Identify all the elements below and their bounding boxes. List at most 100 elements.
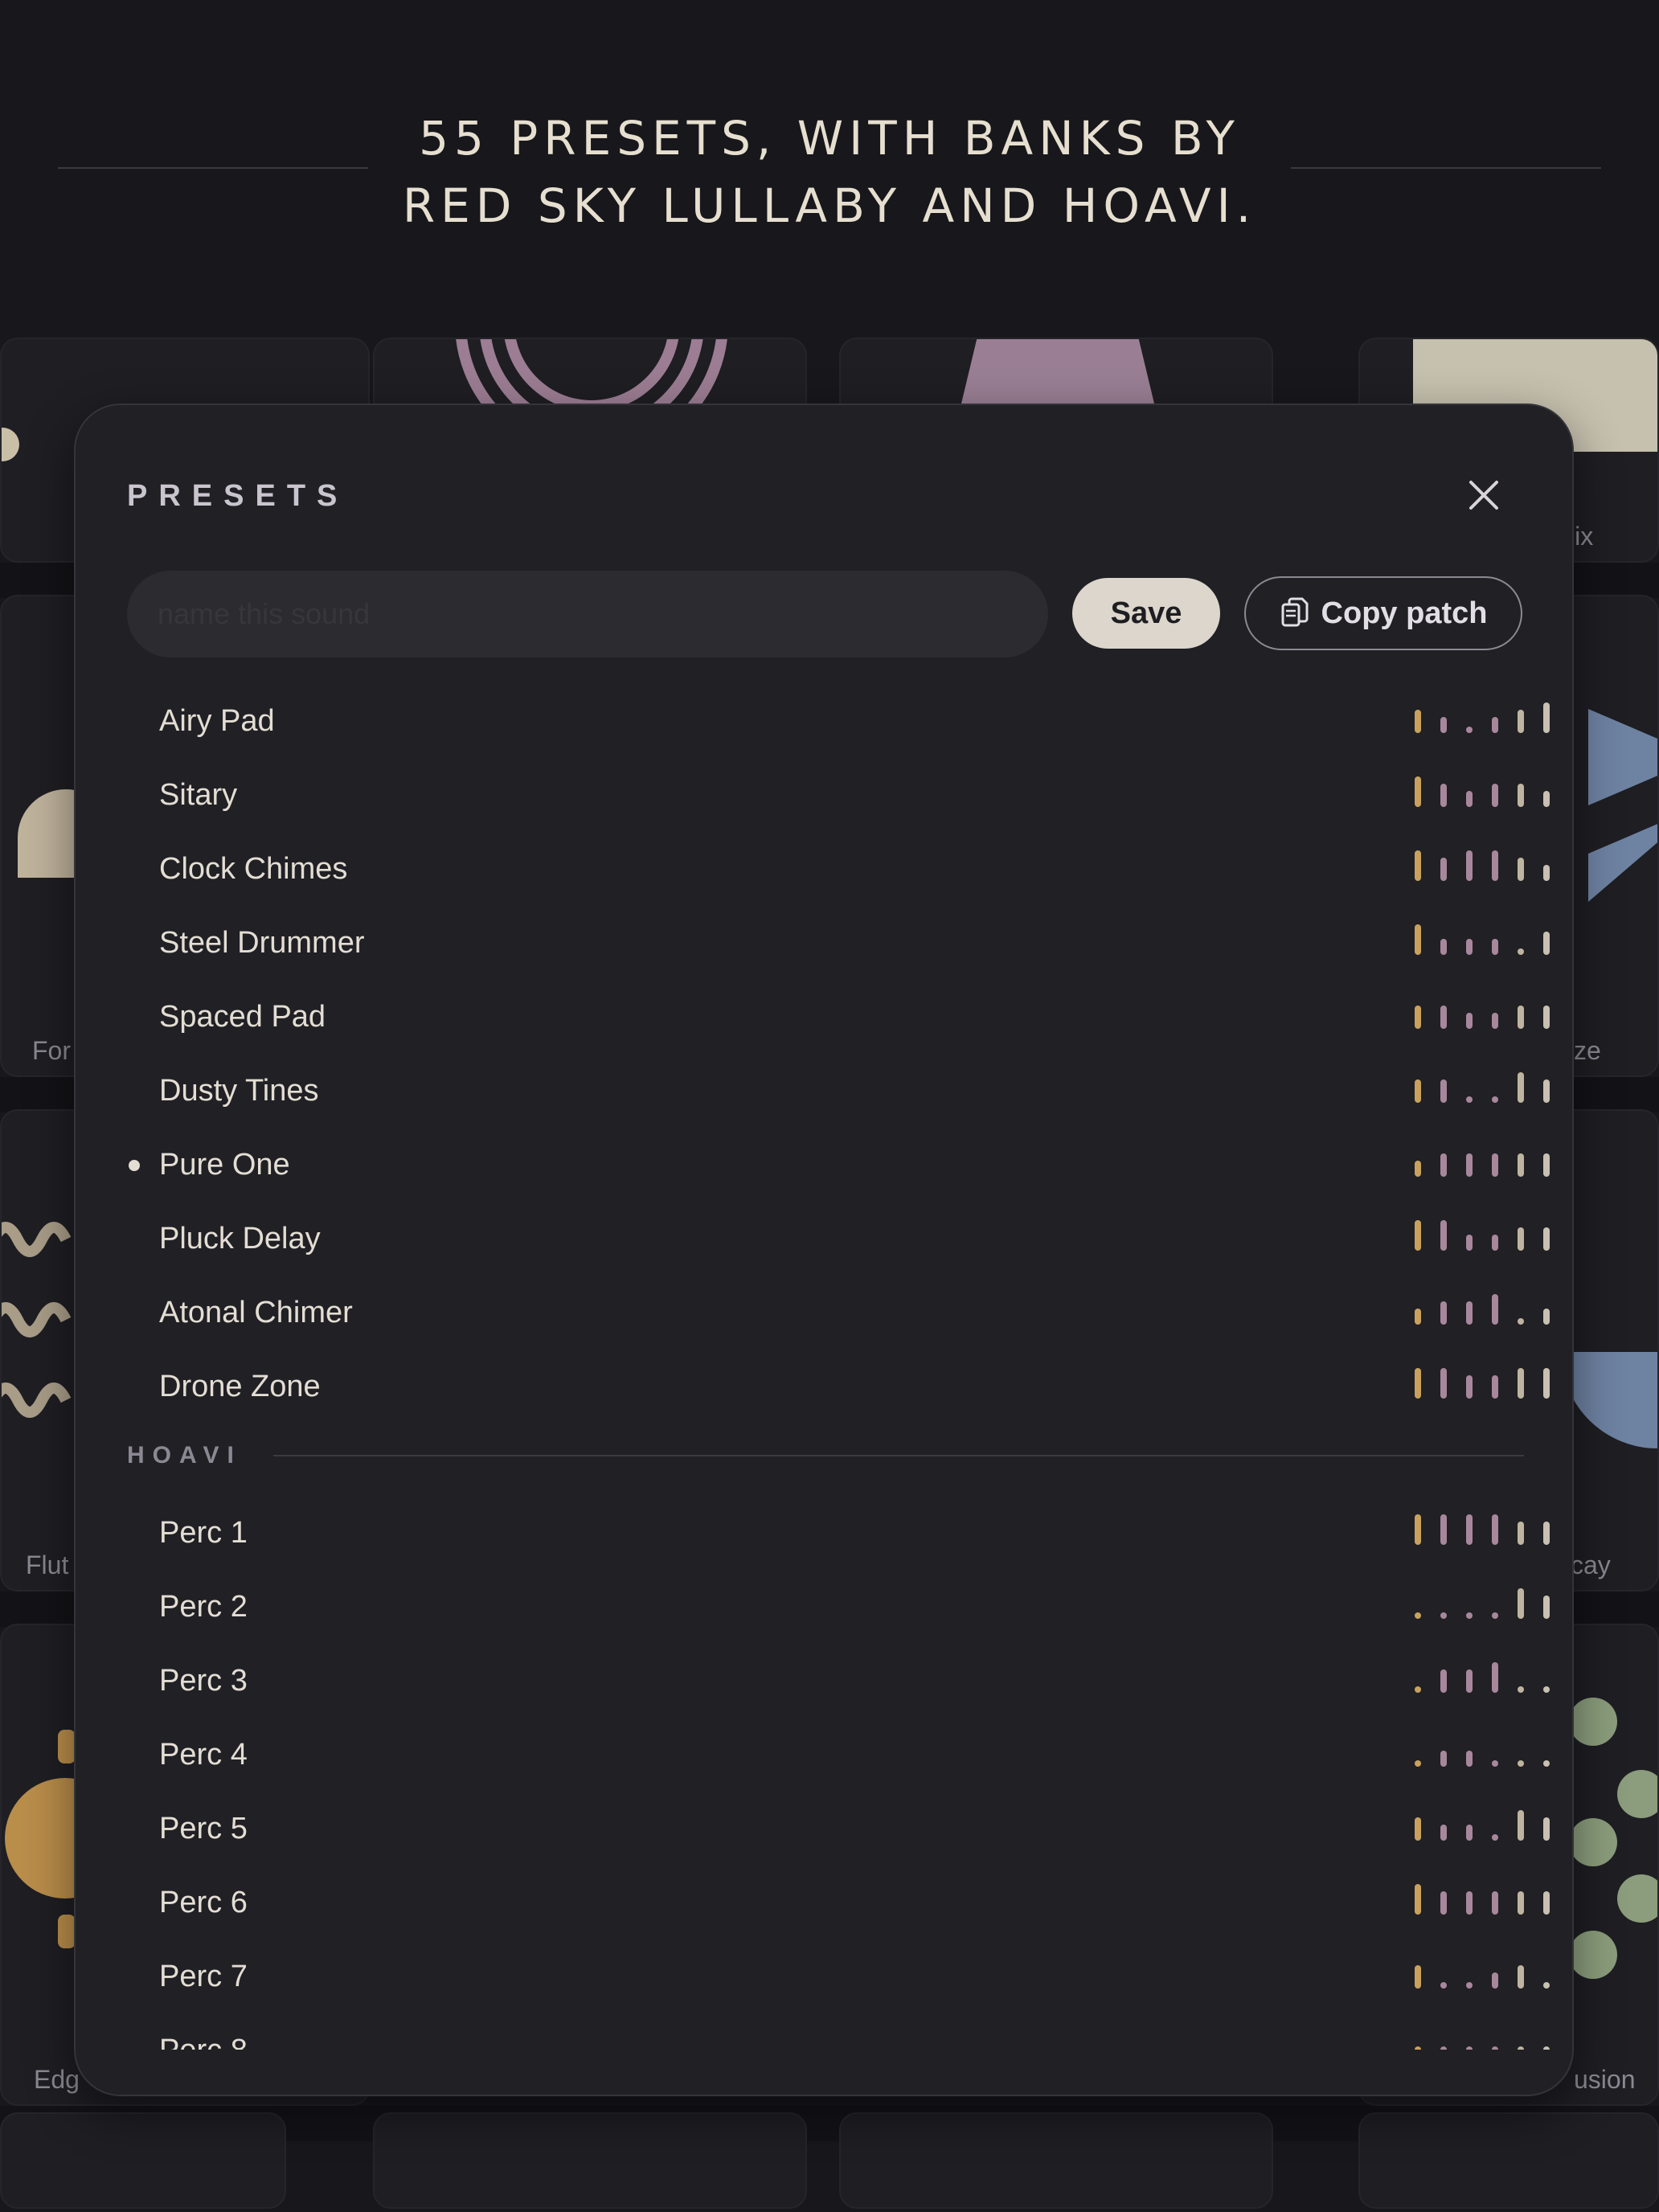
preset-row[interactable]: Perc 7 (76, 1940, 1572, 2014)
level-bar (1440, 1220, 1447, 1251)
level-bar (1518, 1522, 1524, 1545)
preset-signature-bars (1415, 1006, 1550, 1029)
level-bar (1415, 1309, 1421, 1325)
copy-icon (1281, 597, 1309, 627)
level-bar (1543, 1982, 1550, 1989)
level-bar (1492, 1096, 1498, 1103)
level-bar (1518, 784, 1524, 807)
level-bar (1415, 776, 1421, 807)
level-bar (1518, 1153, 1524, 1177)
preset-row[interactable]: Perc 6 (76, 1866, 1572, 1940)
level-bar (1466, 1096, 1473, 1103)
level-bar (1492, 1760, 1498, 1767)
preset-row[interactable]: Perc 3 (76, 1645, 1572, 1718)
dot-shape-icon (1617, 1874, 1657, 1923)
preset-signature-bars (1415, 924, 1550, 955)
level-bar (1466, 1013, 1473, 1029)
circle-shape-icon (2, 428, 19, 461)
preset-row[interactable]: Sitary (76, 759, 1572, 833)
level-bar (1543, 703, 1550, 733)
bank-header-divider (273, 1455, 1524, 1456)
level-bar (1466, 1153, 1473, 1177)
level-bar (1492, 1375, 1498, 1399)
preset-list[interactable]: Airy Pad Sitary Clock Chimes Steel Drummer S… (76, 685, 1572, 2050)
preset-row[interactable]: Steel Drummer (76, 907, 1572, 981)
preset-row[interactable]: Pluck Delay (76, 1202, 1572, 1276)
preset-card[interactable] (839, 2112, 1273, 2209)
preset-row[interactable]: Spaced Pad (76, 981, 1572, 1055)
level-bar (1415, 850, 1421, 881)
level-bar (1518, 1318, 1524, 1325)
level-bar (1415, 1760, 1421, 1767)
level-bar (1492, 1612, 1498, 1619)
preset-name-input[interactable] (127, 571, 1048, 657)
level-bar (1543, 1596, 1550, 1619)
preset-signature-bars (1415, 1514, 1550, 1545)
level-bar (1466, 1235, 1473, 1251)
level-bar (1440, 1368, 1447, 1399)
preset-signature-bars (1415, 1965, 1550, 1989)
level-bar (1543, 2046, 1550, 2050)
preset-name: Drone Zone (159, 1370, 321, 1403)
level-bar (1543, 1006, 1550, 1029)
level-bar (1415, 924, 1421, 955)
level-bar (1543, 1309, 1550, 1325)
preset-card-label: For (32, 1036, 71, 1065)
preset-name: Perc 6 (159, 1886, 248, 1919)
sun-ray-icon (58, 1915, 76, 1948)
level-bar (1466, 1514, 1473, 1545)
level-bar (1466, 1669, 1473, 1693)
level-bar (1415, 1006, 1421, 1029)
close-button[interactable] (1460, 471, 1508, 519)
preset-row[interactable]: Dusty Tines (76, 1055, 1572, 1129)
level-bar (1440, 1079, 1447, 1103)
preset-signature-bars (1415, 776, 1550, 807)
preset-name: Perc 1 (159, 1516, 248, 1550)
app-stage: 55 PRESETS, WITH BANKS BY RED SKY LULLAB… (0, 0, 1659, 2212)
preset-name: Clock Chimes (159, 852, 348, 886)
preset-card[interactable] (373, 2112, 807, 2209)
level-bar (1440, 1669, 1447, 1693)
preset-row[interactable]: Atonal Chimer (76, 1276, 1572, 1350)
level-bar (1543, 865, 1550, 881)
level-bar (1440, 1982, 1447, 1989)
level-bar (1518, 858, 1524, 881)
preset-row[interactable]: Perc 5 (76, 1792, 1572, 1866)
preset-row[interactable]: Clock Chimes (76, 833, 1572, 907)
preset-row[interactable]: Drone Zone (76, 1350, 1572, 1424)
copy-patch-button[interactable]: Copy patch (1244, 576, 1522, 650)
selected-indicator-icon (129, 1160, 140, 1171)
level-bar (1492, 1834, 1498, 1841)
preset-name: Sitary (159, 778, 238, 812)
level-bar (1466, 939, 1473, 955)
save-button[interactable]: Save (1072, 578, 1220, 649)
preset-row[interactable]: Pure One (76, 1129, 1572, 1202)
level-bar (1440, 939, 1447, 955)
level-bar (1492, 1514, 1498, 1545)
preset-card[interactable] (0, 2112, 286, 2209)
level-bar (1440, 858, 1447, 881)
preset-signature-bars (1415, 1368, 1550, 1399)
preset-row[interactable]: Perc 8 (76, 2014, 1572, 2050)
preset-row[interactable]: Perc 1 (76, 1497, 1572, 1571)
preset-name: Perc 2 (159, 1590, 248, 1624)
level-bar (1466, 850, 1473, 881)
level-bar (1415, 1079, 1421, 1103)
level-bar (1492, 2046, 1498, 2050)
bank-header-label: HOAVI (127, 1442, 242, 1469)
preset-signature-bars (1415, 850, 1550, 881)
preset-row[interactable]: Airy Pad (76, 685, 1572, 759)
level-bar (1492, 1153, 1498, 1177)
level-bar (1492, 1662, 1498, 1693)
level-bar (1518, 1686, 1524, 1693)
preset-row[interactable]: Perc 4 (76, 1718, 1572, 1792)
preset-signature-bars (1415, 1294, 1550, 1325)
level-bar (1518, 1965, 1524, 1989)
preset-row[interactable]: Perc 2 (76, 1571, 1572, 1645)
level-bar (1518, 710, 1524, 733)
preset-signature-bars (1415, 2046, 1550, 2050)
level-bar (1518, 1368, 1524, 1399)
level-bar (1543, 1891, 1550, 1915)
preset-card[interactable] (1358, 2112, 1659, 2209)
arc-shape-icon (1561, 1352, 1657, 1448)
